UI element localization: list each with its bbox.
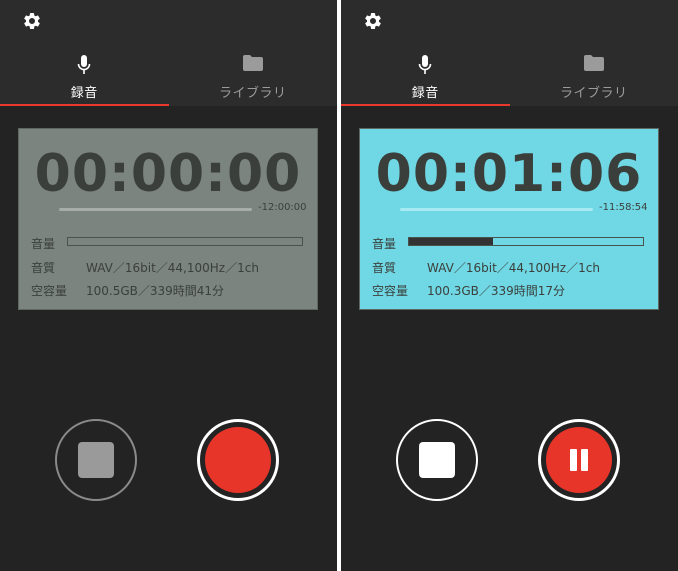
recorder-screen-idle: 録音 ライブラリ 00:00:00 -12:00:00 音量 音質 WAV／16… [0,0,337,571]
free-space-value: 100.5GB／339時間41分 [86,284,225,298]
pause-icon [546,427,612,493]
volume-level-meter [67,237,303,246]
stop-button[interactable] [396,419,478,501]
pause-bar-right [581,449,588,471]
tab-library-label: ライブラリ [218,86,287,101]
stop-icon [78,442,114,478]
free-space-value: 100.3GB／339時間17分 [427,284,566,298]
stop-button[interactable] [55,419,137,501]
elapsed-time: 00:01:06 [375,144,643,204]
volume-label: 音量 [372,237,397,251]
microphone-icon [77,55,91,74]
quality-label: 音質 [31,261,56,275]
microphone-icon [418,55,432,74]
free-space-label: 空容量 [372,284,409,298]
volume-label: 音量 [31,237,56,251]
free-space-label: 空容量 [31,284,68,298]
gear-icon[interactable] [22,11,42,31]
top-app-bar: 録音 ライブラリ [0,0,337,106]
volume-level-fill [409,238,494,245]
remaining-time: -12:00:00 [258,202,307,213]
time-progress-bar [59,208,252,211]
tab-record-label: 録音 [70,86,98,101]
tab-record[interactable]: 録音 [0,48,169,106]
recorder-screen-recording: 録音 ライブラリ 00:01:06 -11:58:54 音量 音質 WAV／16… [341,0,678,571]
time-progress-bar [400,208,593,211]
record-button[interactable] [197,419,279,501]
pause-button[interactable] [538,419,620,501]
folder-icon [583,55,604,71]
active-tab-indicator [341,104,510,106]
tab-bar: 録音 ライブラリ [0,48,337,106]
volume-level-meter [408,237,644,246]
quality-label: 音質 [372,261,397,275]
recorder-display-panel: 00:00:00 -12:00:00 音量 音質 WAV／16bit／44,10… [18,128,318,310]
remaining-time: -11:58:54 [599,202,648,213]
active-tab-indicator [0,104,169,106]
gear-icon[interactable] [363,11,383,31]
tab-library-label: ライブラリ [559,86,628,101]
tab-library[interactable]: ライブラリ [169,48,338,106]
tab-bar: 録音 ライブラリ [341,48,678,106]
quality-value: WAV／16bit／44,100Hz／1ch [86,261,259,275]
tab-record-label: 録音 [411,86,439,101]
top-app-bar: 録音 ライブラリ [341,0,678,106]
tab-library[interactable]: ライブラリ [510,48,678,106]
record-icon [205,427,271,493]
folder-icon [242,55,263,71]
pause-bar-left [570,449,577,471]
quality-value: WAV／16bit／44,100Hz／1ch [427,261,600,275]
stop-icon [419,442,455,478]
tab-record[interactable]: 録音 [341,48,510,106]
elapsed-time: 00:00:00 [34,144,302,204]
recorder-display-panel: 00:01:06 -11:58:54 音量 音質 WAV／16bit／44,10… [359,128,659,310]
